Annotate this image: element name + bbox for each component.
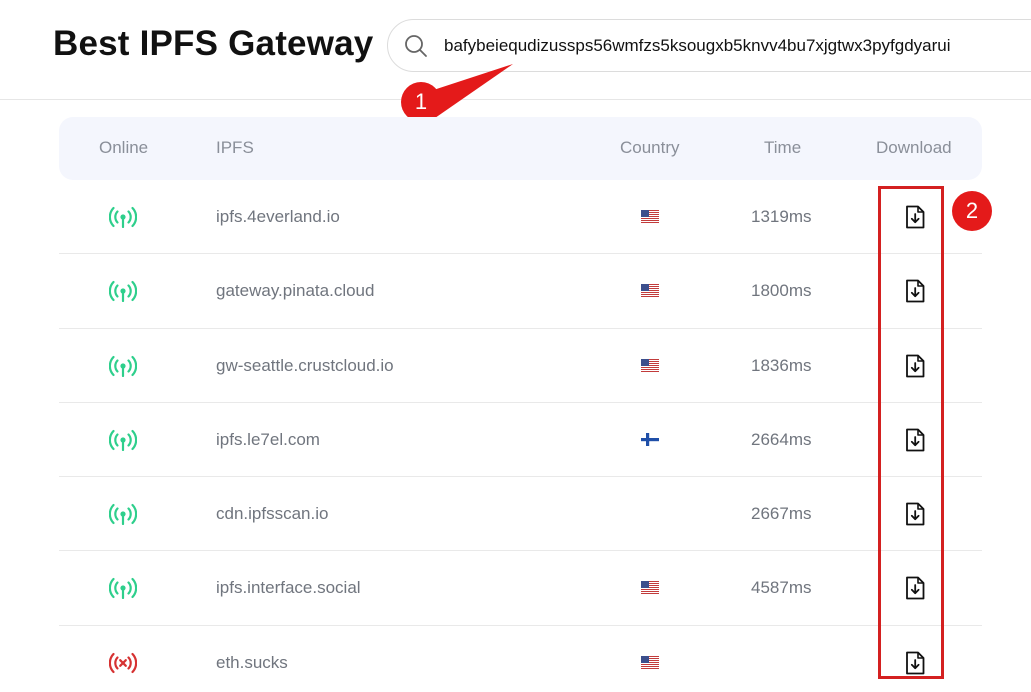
column-header-ipfs: IPFS [216, 138, 254, 157]
column-header-time: Time [764, 138, 802, 157]
table-row: gw-seattle.crustcloud.io 1836ms [59, 329, 982, 403]
signal-online-icon [108, 280, 138, 303]
callout-badge-1: 1 [401, 82, 441, 122]
response-time: 1836ms [751, 355, 812, 375]
signal-online-icon [108, 577, 138, 600]
gateway-table: Online IPFS Country Time Download ipfs.4… [59, 117, 982, 692]
page-title: Best IPFS Gateway [53, 24, 374, 63]
flag-us-icon [641, 655, 659, 669]
table-row: cdn.ipfsscan.io 2667ms [59, 477, 982, 552]
column-header-download: Download [876, 138, 952, 157]
gateway-host: cdn.ipfsscan.io [216, 504, 329, 524]
gateway-host: ipfs.4everland.io [216, 207, 340, 226]
table-row: gateway.pinata.cloud 1800ms [59, 254, 982, 329]
gateway-host: gw-seattle.crustcloud.io [216, 355, 394, 375]
flag-fi-icon [641, 432, 659, 446]
response-time: 4587ms [751, 578, 812, 598]
gateway-host: ipfs.interface.social [216, 578, 361, 598]
search-input[interactable]: bafybeiequdizussps56wmfzs5ksougxb5knvv4b… [444, 36, 951, 56]
signal-online-icon [108, 206, 138, 229]
response-time: 2664ms [751, 429, 812, 449]
table-row: ipfs.4everland.io 1319ms [59, 180, 982, 255]
signal-online-icon [108, 355, 138, 377]
table-header: Online IPFS Country Time Download [59, 117, 982, 180]
flag-empty [641, 507, 659, 520]
flag-us-icon [641, 210, 659, 223]
response-time: 1319ms [751, 207, 812, 226]
table-row: ipfs.le7el.com 2664ms [59, 403, 982, 478]
gateway-host: ipfs.le7el.com [216, 429, 320, 449]
table-row: eth.sucks [59, 626, 982, 692]
table-row: ipfs.interface.social 4587ms [59, 551, 982, 626]
column-header-online: Online [99, 138, 149, 157]
table-body: ipfs.4everland.io 1319ms gateway.pinata.cl… [59, 180, 982, 692]
download-column-highlight [878, 186, 944, 679]
flag-us-icon [641, 284, 659, 298]
response-time: 2667ms [751, 504, 812, 524]
gateway-host: eth.sucks [216, 652, 288, 672]
flag-us-icon [641, 581, 659, 595]
callout-badge-2: 2 [952, 191, 992, 231]
signal-offline-icon [108, 652, 138, 674]
signal-online-icon [108, 503, 138, 526]
flag-us-icon [641, 358, 659, 372]
column-header-country: Country [620, 138, 680, 157]
search-icon [405, 35, 427, 57]
signal-online-icon [108, 429, 138, 451]
gateway-host: gateway.pinata.cloud [216, 281, 375, 301]
response-time: 1800ms [751, 281, 812, 301]
